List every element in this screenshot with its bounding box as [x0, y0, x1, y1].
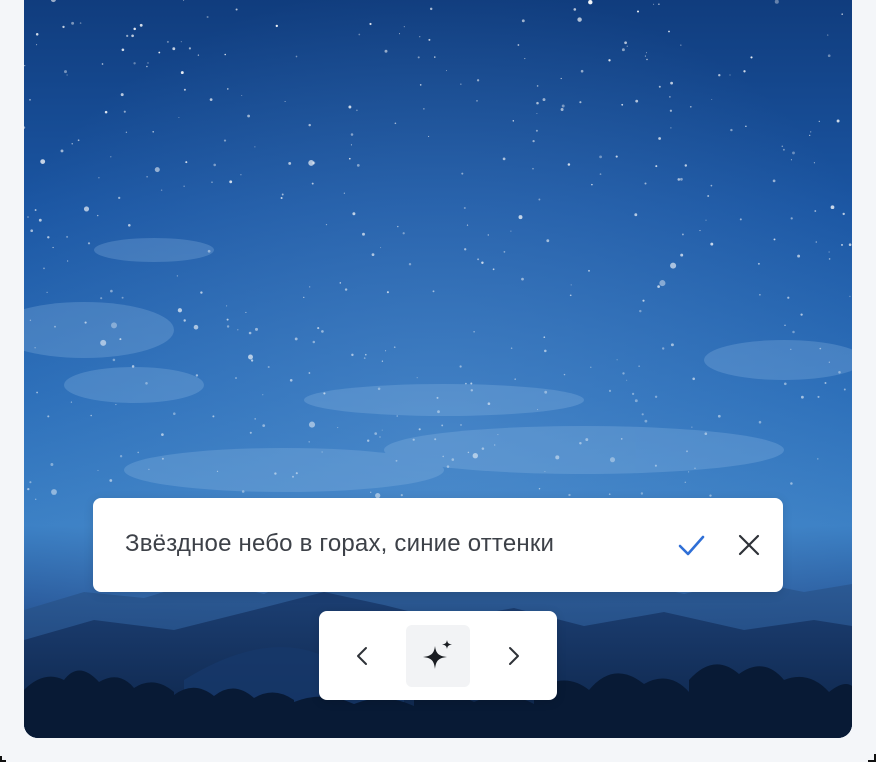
prompt-bar: Звёздное небо в горах, синие оттенки — [93, 498, 783, 592]
image-editor-frame: Звёздное небо в горах, синие оттенки — [0, 0, 876, 762]
close-icon — [738, 534, 760, 556]
check-icon — [678, 535, 705, 556]
chevron-right-icon — [509, 647, 519, 665]
resize-corner-left — [0, 756, 6, 762]
prompt-text[interactable]: Звёздное небо в горах, синие оттенки — [125, 530, 554, 558]
confirm-button[interactable] — [671, 525, 711, 565]
cancel-button[interactable] — [729, 525, 769, 565]
regenerate-button[interactable] — [406, 625, 470, 687]
resize-corner-right — [868, 754, 876, 762]
next-variant-button[interactable] — [493, 636, 533, 676]
variant-toolbar — [319, 611, 557, 700]
chevron-left-icon — [357, 647, 367, 665]
previous-variant-button[interactable] — [343, 636, 383, 676]
sparkle-icon — [423, 640, 452, 669]
